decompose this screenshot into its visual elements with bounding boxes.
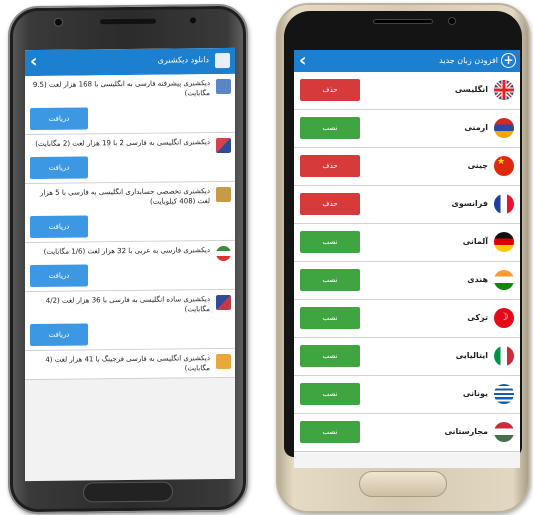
- add-circle-icon[interactable]: +: [501, 53, 516, 68]
- download-button[interactable]: دریافت: [30, 264, 88, 288]
- install-button[interactable]: نصب: [300, 345, 360, 367]
- france-flag-icon: [494, 194, 514, 214]
- right-phone-frame: ‹ افزودن زبان جدید + انگلیسی حذف ارمنی ن…: [276, 3, 530, 513]
- list-item: دیکشنری ساده انگلیسی به فارسی با 36 هزار…: [25, 289, 235, 352]
- list-item: دیکشنری انگلیسی به فارسی فرجینگ با 41 هز…: [25, 348, 235, 381]
- language-row-italian: ایتالیایی نصب: [294, 338, 520, 376]
- language-row-hungarian: مجارستانی نصب: [294, 414, 520, 452]
- greece-flag-icon: [494, 384, 514, 404]
- delete-button[interactable]: حذف: [300, 79, 360, 101]
- language-row-french: فرانسوی حذف: [294, 186, 520, 224]
- language-row-german: آلمانی نصب: [294, 224, 520, 262]
- download-button[interactable]: دریافت: [30, 215, 88, 239]
- turkey-flag-icon: ☽: [494, 308, 514, 328]
- language-name: فرانسوی: [451, 199, 488, 208]
- dictionary-thumbnail-icon: [216, 137, 231, 154]
- dictionary-description: دیکشنری انگلیسی به فارسی فرجینگ با 41 هز…: [45, 354, 210, 373]
- install-button[interactable]: نصب: [300, 269, 360, 291]
- page-title: افزودن زبان جدید: [439, 56, 498, 65]
- language-name: ارمنی: [464, 123, 488, 132]
- dictionary-description: دیکشنری انگلیسی به فارسی 2 با 19 هزار لغ…: [35, 138, 210, 148]
- download-button[interactable]: دریافت: [30, 323, 88, 347]
- home-button[interactable]: [83, 481, 173, 503]
- dictionary-thumbnail-icon: [216, 78, 231, 95]
- page-title: دانلود دیکشنری: [157, 55, 209, 65]
- dictionary-description: دیکشنری فارسی به عربی با 32 هزار لغت (1/…: [43, 246, 210, 256]
- hungary-flag-icon: [494, 422, 514, 442]
- language-name: ایتالیایی: [455, 351, 488, 360]
- dictionary-description: دیکشنری تخصصی حسابداری انگلیسی به فارسی …: [40, 187, 210, 206]
- list-item: دیکشنری تخصصی حسابداری انگلیسی به فارسی …: [25, 181, 235, 244]
- earpiece-speaker: [100, 18, 156, 25]
- home-button[interactable]: [359, 471, 447, 497]
- language-row-greek: یونانی نصب: [294, 376, 520, 414]
- front-camera-icon: [54, 17, 63, 27]
- install-button[interactable]: نصب: [300, 383, 360, 405]
- dictionary-description: دیکشنری پیشرفته فارسی به انگلیسی با 168 …: [32, 79, 210, 98]
- back-arrow-icon[interactable]: ‹: [30, 51, 37, 72]
- armenia-flag-icon: [494, 118, 514, 138]
- sensor-icon: [190, 17, 196, 24]
- language-name: یونانی: [462, 389, 488, 398]
- germany-flag-icon: [494, 232, 514, 252]
- delete-button[interactable]: حذف: [300, 193, 360, 215]
- uk-flag-icon: [494, 80, 514, 100]
- language-name: آلمانی: [462, 237, 488, 246]
- iran-flag-icon: [216, 245, 231, 262]
- front-camera-icon: [448, 17, 456, 25]
- language-name: هندی: [467, 275, 488, 284]
- dictionary-thumbnail-icon: [216, 353, 231, 370]
- left-phone-frame: ‹ دانلود دیکشنری دیکشنری پیشرفته فارسی ب…: [8, 3, 248, 515]
- list-item: دیکشنری انگلیسی به فارسی 2 با 19 هزار لغ…: [25, 132, 235, 185]
- accounting-book-icon: [216, 186, 231, 203]
- dictionary-description: دیکشنری ساده انگلیسی به فارسی با 36 هزار…: [45, 295, 210, 314]
- delete-button[interactable]: حذف: [300, 155, 360, 177]
- install-button[interactable]: نصب: [300, 117, 360, 139]
- add-language-screen: ‹ افزودن زبان جدید + انگلیسی حذف ارمنی ن…: [294, 50, 520, 468]
- earpiece-speaker: [373, 19, 433, 24]
- list-item: دیکشنری پیشرفته فارسی به انگلیسی با 168 …: [25, 73, 235, 136]
- install-button[interactable]: نصب: [300, 231, 360, 253]
- download-button[interactable]: دریافت: [30, 107, 88, 131]
- download-button[interactable]: دریافت: [30, 156, 88, 180]
- back-arrow-icon[interactable]: ‹: [299, 51, 306, 71]
- language-row-chinese: ★ چینی حذف: [294, 148, 520, 186]
- italy-flag-icon: [494, 346, 514, 366]
- china-flag-icon: ★: [494, 156, 514, 176]
- language-name: انگلیسی: [454, 85, 488, 94]
- dictionary-download-screen: ‹ دانلود دیکشنری دیکشنری پیشرفته فارسی ب…: [25, 47, 235, 482]
- install-button[interactable]: نصب: [300, 307, 360, 329]
- language-name: چینی: [467, 161, 488, 170]
- dictionary-app-icon: [215, 52, 230, 69]
- language-row-armenian: ارمنی نصب: [294, 110, 520, 148]
- app-bar: ‹ دانلود دیکشنری: [25, 47, 235, 77]
- install-button[interactable]: نصب: [300, 421, 360, 443]
- list-item: دیکشنری فارسی به عربی با 32 هزار لغت (1/…: [25, 240, 235, 293]
- language-row-english: انگلیسی حذف: [294, 72, 520, 110]
- language-row-hindi: هندی نصب: [294, 262, 520, 300]
- language-row-turkish: ☽ ترکی نصب: [294, 300, 520, 338]
- language-name: مجارستانی: [444, 427, 488, 436]
- uk-iran-flag-icon: [216, 294, 231, 311]
- app-bar: ‹ افزودن زبان جدید +: [294, 50, 520, 72]
- india-flag-icon: [494, 270, 514, 290]
- language-name: ترکی: [467, 313, 488, 322]
